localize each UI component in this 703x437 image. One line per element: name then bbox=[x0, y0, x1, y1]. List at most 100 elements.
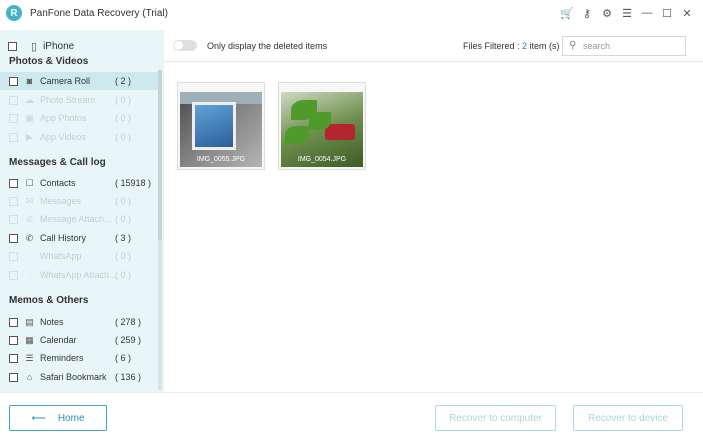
messages-icon: ✉ bbox=[25, 195, 34, 206]
key-icon[interactable]: ⚷ bbox=[579, 5, 595, 21]
files-filtered: Files Filtered : 2 item (s) bbox=[463, 41, 560, 51]
notes-icon: ▤ bbox=[25, 316, 34, 327]
sidebar-item-calendar[interactable]: ▦ Calendar ( 259 ) bbox=[0, 331, 158, 349]
item-label: WhatsApp Attach... bbox=[40, 270, 117, 280]
checkbox[interactable] bbox=[9, 178, 18, 188]
image-detail bbox=[192, 102, 236, 150]
close-icon[interactable]: ✕ bbox=[679, 5, 695, 21]
file-name: IMG_0055.JPG bbox=[196, 156, 246, 163]
item-label: Safari Bookmark bbox=[40, 372, 107, 382]
app-videos-icon: ▶ bbox=[26, 131, 33, 142]
item-count: ( 0 ) bbox=[115, 113, 132, 123]
filtered-suffix: item (s) bbox=[527, 41, 560, 51]
checkbox[interactable] bbox=[9, 372, 18, 382]
sidebar-item-whatsapp: ◌ WhatsApp ( 0 ) bbox=[0, 247, 158, 265]
sidebar-item-contacts[interactable]: ☐ Contacts ( 15918 ) bbox=[0, 174, 158, 192]
titlebar-icons: 🛒 ⚷ ⚙ ☰ — ☐ ✕ bbox=[559, 5, 695, 21]
sidebar-item-message-attachments: ⊘ Message Attach... ( 0 ) bbox=[0, 210, 158, 228]
checkbox[interactable] bbox=[9, 76, 18, 86]
checkbox bbox=[9, 95, 18, 105]
search-input[interactable] bbox=[583, 39, 681, 53]
phone-icon: ✆ bbox=[25, 232, 34, 243]
image-detail bbox=[325, 124, 355, 140]
sidebar-item-messages: ✉ Messages ( 0 ) bbox=[0, 192, 158, 210]
checkbox bbox=[9, 132, 18, 142]
thumbnail-image: IMG_0055.JPG bbox=[180, 92, 262, 167]
gear-icon[interactable]: ⚙ bbox=[599, 5, 615, 21]
menu-icon[interactable]: ☰ bbox=[619, 5, 635, 21]
search-box[interactable]: ⚲ bbox=[562, 36, 686, 56]
item-label: Notes bbox=[40, 317, 64, 327]
item-label: Photo Stream bbox=[40, 95, 96, 105]
sidebar-item-notes[interactable]: ▤ Notes ( 278 ) bbox=[0, 313, 158, 331]
item-label: Reminders bbox=[40, 353, 84, 363]
item-label: Call History bbox=[40, 233, 87, 243]
device-row[interactable]: ▯ iPhone bbox=[8, 40, 74, 53]
home-label: Home bbox=[57, 412, 85, 424]
file-name: IMG_0054.JPG bbox=[297, 156, 347, 163]
checkbox[interactable] bbox=[9, 233, 18, 243]
image-detail bbox=[309, 112, 331, 130]
maximize-icon[interactable]: ☐ bbox=[659, 5, 675, 21]
arrow-left-icon: ⟵ bbox=[31, 412, 46, 424]
checkbox[interactable] bbox=[9, 317, 18, 327]
contacts-icon: ☐ bbox=[25, 177, 34, 188]
section-title-photos: Photos & Videos bbox=[9, 56, 89, 67]
sidebar-item-call-history[interactable]: ✆ Call History ( 3 ) bbox=[0, 229, 158, 247]
item-count: ( 278 ) bbox=[115, 317, 142, 327]
item-count: ( 259 ) bbox=[115, 335, 142, 345]
deleted-only-toggle[interactable] bbox=[173, 40, 197, 51]
file-thumbnail[interactable]: IMG_0054.JPG bbox=[278, 82, 366, 170]
section-title-memos: Memos & Others bbox=[9, 295, 89, 306]
sidebar-item-photo-stream: ☁ Photo Stream ( 0 ) bbox=[0, 91, 158, 109]
toolbar: Only display the deleted items Files Fil… bbox=[164, 30, 703, 62]
item-label: WhatsApp bbox=[40, 251, 82, 261]
item-count: ( 0 ) bbox=[115, 251, 132, 261]
device-name: iPhone bbox=[43, 41, 75, 52]
sidebar-item-reminders[interactable]: ☰ Reminders ( 6 ) bbox=[0, 349, 158, 367]
recover-to-device-button[interactable]: Recover to device bbox=[573, 405, 683, 431]
sidebar-item-whatsapp-attachments: ◌ WhatsApp Attach... ( 0 ) bbox=[0, 266, 158, 284]
section-title-messages: Messages & Call log bbox=[9, 157, 106, 168]
app-logo-icon: R bbox=[6, 5, 22, 21]
sidebar-item-app-videos: ▶ App Videos ( 0 ) bbox=[0, 128, 158, 146]
item-count: ( 0 ) bbox=[115, 196, 132, 206]
item-label: Contacts bbox=[40, 178, 76, 188]
whatsapp-icon: ◌ bbox=[26, 250, 33, 261]
bottom-bar: ⟵ Home Recover to computer Recover to de… bbox=[0, 392, 703, 437]
item-label: App Photos bbox=[40, 113, 87, 123]
app-photos-icon: ▣ bbox=[25, 112, 34, 123]
item-count: ( 0 ) bbox=[115, 95, 132, 105]
sidebar: ▯ iPhone Photos & Videos ◙ Camera Roll (… bbox=[0, 30, 164, 392]
home-button[interactable]: ⟵ Home bbox=[9, 405, 107, 431]
toggle-knob bbox=[174, 41, 183, 50]
attachment-icon: ⊘ bbox=[25, 213, 34, 224]
window-title: PanFone Data Recovery (Trial) bbox=[30, 8, 169, 19]
item-count: ( 0 ) bbox=[115, 132, 132, 142]
sidebar-item-safari-bookmark[interactable]: ⌂ Safari Bookmark ( 136 ) bbox=[0, 368, 158, 386]
reminders-icon: ☰ bbox=[25, 352, 34, 363]
calendar-icon: ▦ bbox=[25, 334, 34, 345]
checkbox bbox=[9, 113, 18, 123]
filtered-prefix: Files Filtered : bbox=[463, 41, 523, 51]
checkbox[interactable] bbox=[9, 353, 18, 363]
toggle-label: Only display the deleted items bbox=[207, 41, 328, 51]
checkbox bbox=[9, 251, 18, 261]
item-count: ( 0 ) bbox=[115, 214, 132, 224]
file-grid: IMG_0055.JPG IMG_0054.JPG bbox=[164, 62, 703, 392]
item-count: ( 15918 ) bbox=[115, 178, 152, 188]
minimize-icon[interactable]: — bbox=[639, 5, 655, 21]
photo-stream-icon: ☁ bbox=[25, 94, 34, 105]
device-checkbox[interactable] bbox=[8, 42, 17, 51]
item-label: Camera Roll bbox=[40, 76, 91, 86]
sidebar-scrollbar[interactable] bbox=[158, 70, 162, 390]
cart-icon[interactable]: 🛒 bbox=[559, 5, 575, 21]
camera-icon: ◙ bbox=[26, 75, 33, 86]
sidebar-item-camera-roll[interactable]: ◙ Camera Roll ( 2 ) bbox=[0, 72, 158, 90]
thumbnail-image: IMG_0054.JPG bbox=[281, 92, 363, 167]
sidebar-scrollbar-thumb[interactable] bbox=[158, 70, 162, 240]
item-count: ( 136 ) bbox=[115, 372, 142, 382]
recover-to-computer-button[interactable]: Recover to computer bbox=[435, 405, 556, 431]
checkbox[interactable] bbox=[9, 335, 18, 345]
file-thumbnail[interactable]: IMG_0055.JPG bbox=[177, 82, 265, 170]
